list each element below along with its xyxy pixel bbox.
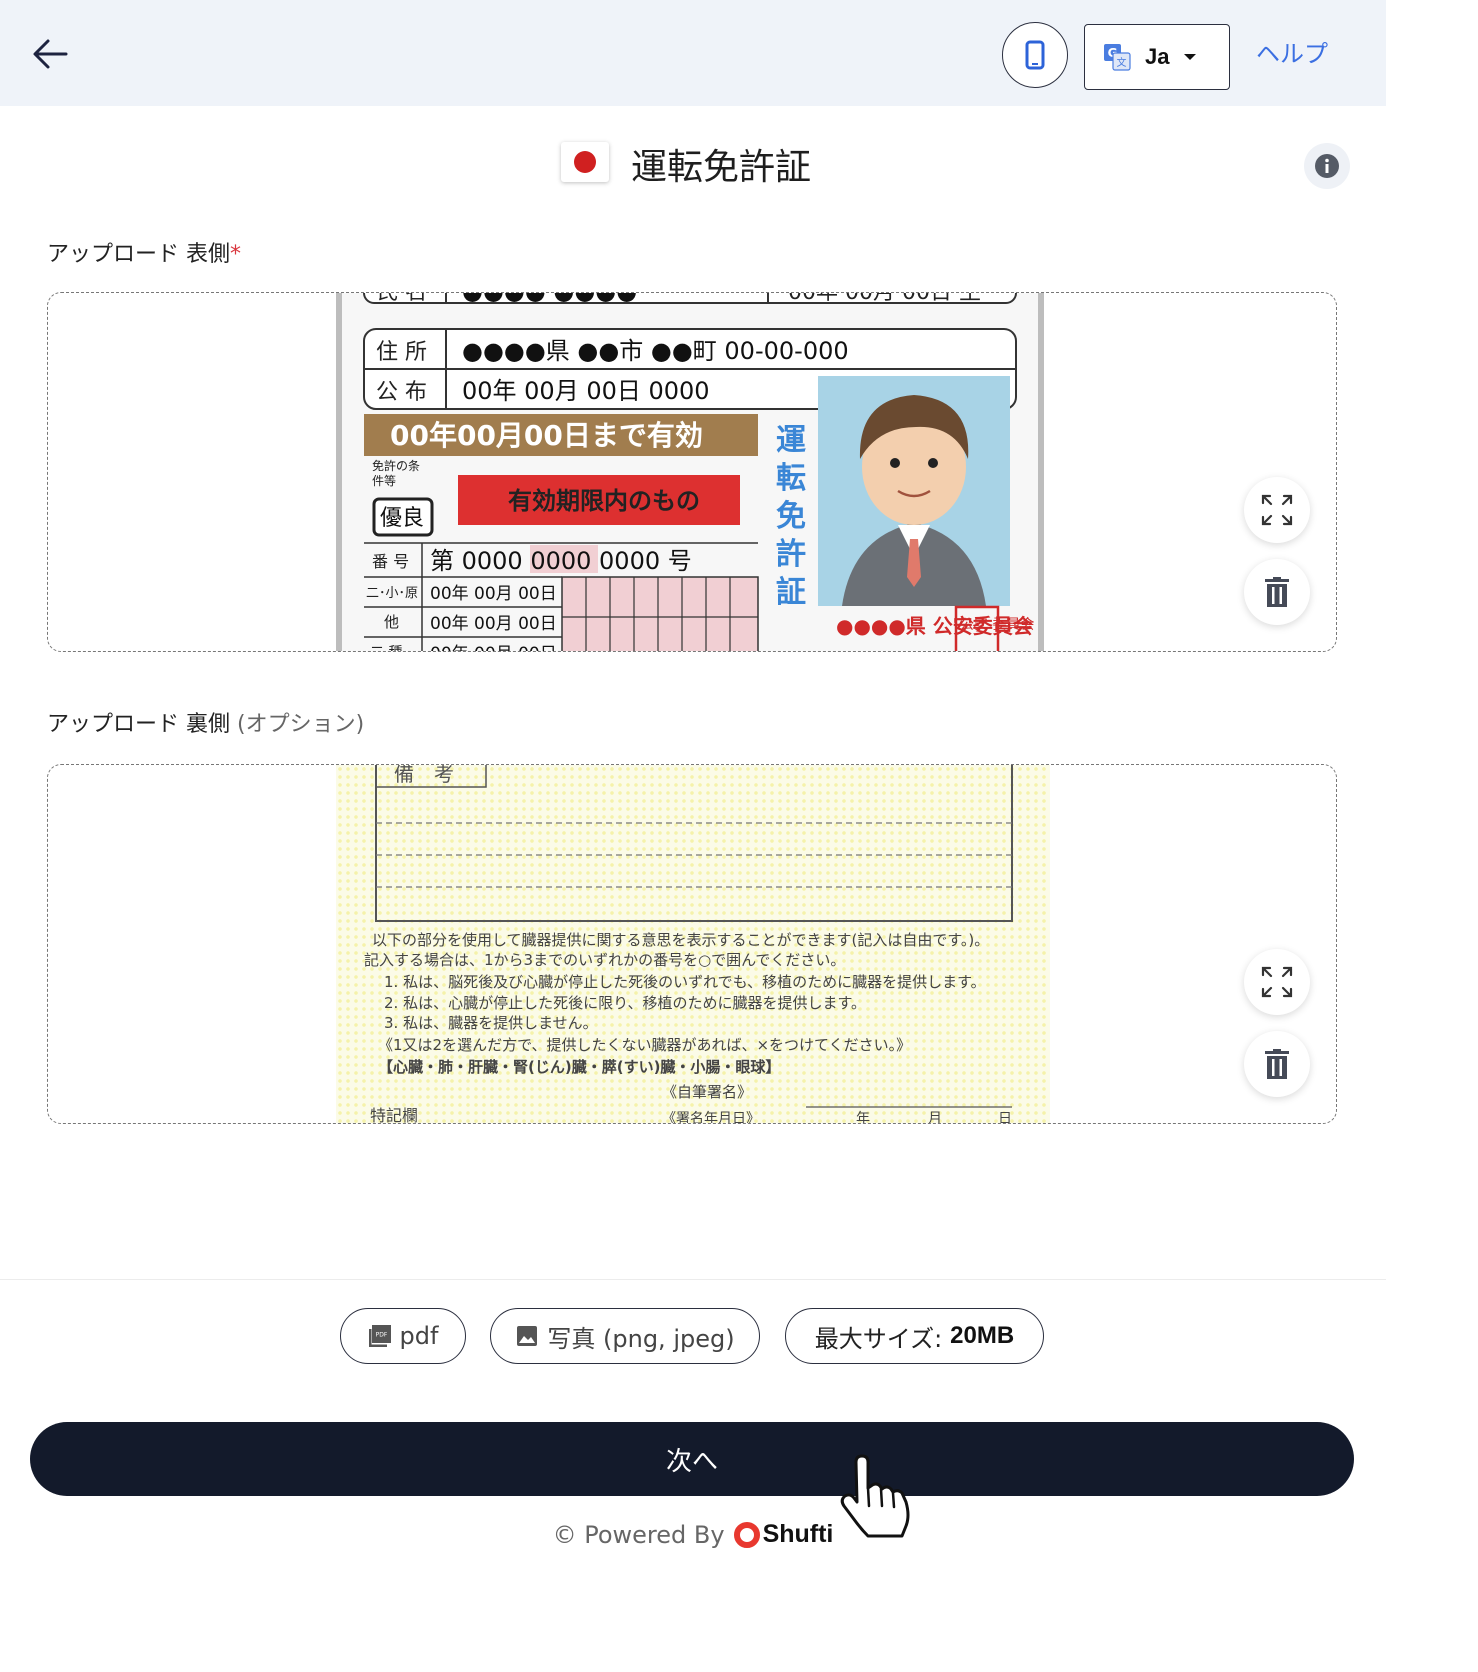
- license-back-svg: 備 考 以下の部分を使用して臓器提供に関する意思を表示することができます(記入は…: [364, 765, 1013, 1124]
- vertical-title-2: 転: [776, 461, 806, 496]
- info-icon: [1315, 154, 1339, 178]
- shufti-logo-icon: [733, 1521, 760, 1548]
- info-button[interactable]: [1304, 143, 1350, 189]
- license-front-image: 氏 名 ●●●● ●●●● 00年 00月 00日 生 住 所 ●●●●県 ●●…: [336, 292, 1044, 652]
- name-value: ●●●● ●●●●: [462, 292, 637, 305]
- row2-label: 他: [384, 613, 399, 631]
- pdf-label: pdf: [399, 1322, 439, 1350]
- language-code: Ja: [1145, 44, 1170, 69]
- license-back-image: 備 考 以下の部分を使用して臓器提供に関する意思を表示することができます(記入は…: [336, 765, 1050, 1124]
- row1-label: 二･小･原: [366, 586, 418, 601]
- pdf-format-chip: PDF pdf: [340, 1308, 466, 1364]
- delete-front-button[interactable]: [1244, 559, 1310, 625]
- number-value: 第 0000 0000 0000 号: [430, 547, 692, 575]
- top-bar: G 文 Ja ヘルプ: [0, 0, 1386, 106]
- expand-icon: [1261, 494, 1293, 526]
- document-title-row: 運転免許証: [0, 135, 1386, 195]
- day-label: 日: [998, 1111, 1012, 1124]
- japan-flag-icon: [561, 142, 609, 182]
- trash-icon: [1265, 577, 1289, 607]
- max-size-label: 最大サイズ:: [814, 1324, 943, 1353]
- seal: 公安 委員会: [960, 617, 1034, 633]
- powered-by: © Powered By Shufti: [0, 1520, 1386, 1549]
- vertical-title-1: 運: [776, 423, 806, 458]
- trash-icon: [1265, 1049, 1289, 1079]
- row3-label: 二 種: [370, 645, 402, 652]
- vertical-title-4: 許: [776, 537, 806, 572]
- back-line-4: 2. 私は、心臓が停止した死後に限り、移植のために臓器を提供します。: [384, 994, 866, 1012]
- sign-date-label: 《署名年月日》: [662, 1111, 760, 1124]
- svg-text:文: 文: [1117, 56, 1127, 69]
- signature-label: 《自筆署名》: [662, 1083, 752, 1101]
- row1-value: 00年 00月 00日: [430, 584, 557, 604]
- valid-until: 00年00月00日まで有効: [390, 419, 703, 452]
- back-upload-dropzone[interactable]: 備 考 以下の部分を使用して臓器提供に関する意思を表示することができます(記入は…: [47, 764, 1337, 1124]
- back-line-7: 【心臓・肺・肝臓・腎(じん)臓・膵(すい)臓・小腸・眼球】: [378, 1058, 780, 1076]
- next-button[interactable]: 次へ: [30, 1422, 1354, 1496]
- hand-pointer-icon: [840, 1454, 910, 1538]
- max-size-value: 20MB: [950, 1322, 1015, 1349]
- back-upload-label-text: アップロード 裏側: [47, 712, 230, 737]
- license-front-svg: 氏 名 ●●●● ●●●● 00年 00月 00日 生 住 所 ●●●●県 ●●…: [363, 292, 1034, 652]
- month-label: 月: [928, 1111, 942, 1124]
- issue-label: 公 布: [376, 380, 427, 405]
- back-line-1: 以下の部分を使用して臓器提供に関する意思を表示することができます(記入は自由です…: [372, 931, 989, 949]
- expand-front-button[interactable]: [1244, 477, 1310, 543]
- switch-device-button[interactable]: [1002, 22, 1068, 88]
- language-select[interactable]: G 文 Ja: [1084, 24, 1230, 90]
- smartphone-icon: [1025, 40, 1045, 70]
- birth-value: 00年 00月 00日 生: [788, 292, 981, 305]
- issue-value: 00年 00月 00日 0000: [462, 377, 710, 405]
- condition-label: 免許の条件等: [372, 459, 421, 488]
- expand-back-button[interactable]: [1244, 949, 1310, 1015]
- delete-back-button[interactable]: [1244, 1031, 1310, 1097]
- expand-icon: [1261, 966, 1293, 998]
- photo-format-chip: 写真 (png, jpeg): [490, 1308, 760, 1364]
- help-link[interactable]: ヘルプ: [1256, 34, 1328, 69]
- caret-down-icon: [1184, 54, 1197, 60]
- address-value: ●●●●県 ●●市 ●●町 00-00-000: [462, 337, 849, 365]
- row3-value: 00年 00月 00日: [430, 644, 557, 652]
- front-upload-label: アップロード 表側*: [47, 236, 241, 268]
- vertical-title-3: 免: [776, 499, 806, 534]
- remarks-label: 備 考: [394, 765, 454, 786]
- pdf-icon: PDF: [368, 1325, 391, 1347]
- powered-label: © Powered By: [552, 1520, 725, 1549]
- max-size-chip: 最大サイズ: 20MB: [785, 1308, 1044, 1364]
- document-title: 運転免許証: [631, 147, 812, 188]
- back-line-6: 《1又は2を選んだ方で、提供したくない臓器があれば、×をつけてください。》: [378, 1036, 911, 1054]
- page-margin: [1386, 0, 1478, 1672]
- number-label: 番 号: [372, 552, 409, 571]
- divider: [0, 1279, 1386, 1280]
- translate-icon: G 文: [1104, 44, 1131, 71]
- optional-mark: (オプション): [237, 712, 365, 737]
- row2-value: 00年 00月 00日: [430, 614, 557, 634]
- address-label: 住 所: [376, 340, 427, 365]
- excellent-badge: 優良: [380, 506, 424, 531]
- back-line-2: 記入する場合は、1から3までのいずれかの番号を○で囲んでください。: [364, 951, 845, 969]
- svg-text:PDF: PDF: [375, 1332, 387, 1339]
- photo-label: 写真 (png, jpeg): [547, 1324, 735, 1353]
- front-upload-dropzone[interactable]: 氏 名 ●●●● ●●●● 00年 00月 00日 生 住 所 ●●●●県 ●●…: [47, 292, 1337, 652]
- front-upload-label-text: アップロード 表側: [47, 242, 230, 267]
- back-line-3: 1. 私は、脳死後及び心臓が停止した死後のいずれでも、移植のために臓器を提供しま…: [384, 973, 986, 991]
- vertical-title-5: 証: [776, 575, 806, 610]
- arrow-left-icon: [33, 39, 68, 69]
- name-label: 氏 名: [376, 292, 427, 305]
- image-icon: [517, 1326, 538, 1346]
- special-label: 特記欄: [370, 1106, 418, 1124]
- back-upload-label: アップロード 裏側 (オプション): [47, 706, 364, 738]
- required-mark: *: [230, 242, 241, 267]
- valid-period: 有効期限内のもの: [508, 487, 700, 515]
- back-line-5: 3. 私は、臓器を提供しません。: [384, 1014, 598, 1032]
- year-label: 年: [856, 1111, 870, 1124]
- brand-name: Shufti: [762, 1520, 834, 1548]
- back-button[interactable]: [28, 32, 72, 76]
